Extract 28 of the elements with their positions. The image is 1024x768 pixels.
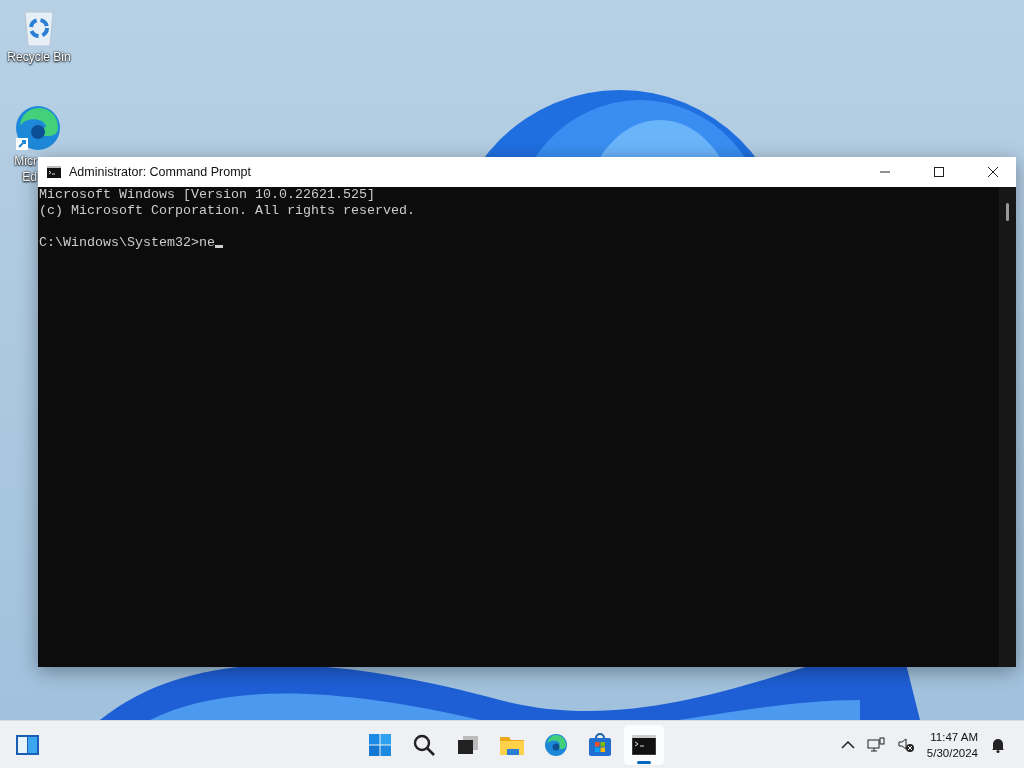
console-line: Microsoft Windows [Version 10.0.22621.525]	[39, 187, 376, 203]
window-title: Administrator: Command Prompt	[69, 165, 252, 179]
close-icon	[988, 167, 998, 177]
clock[interactable]: 11:47 AM 5/30/2024	[926, 728, 978, 761]
widgets-icon[interactable]	[15, 733, 40, 756]
store-bag-icon	[588, 732, 612, 757]
icon-label: Ed	[22, 170, 37, 184]
icon-label: Recycle Bin	[7, 50, 71, 64]
speaker-muted-icon[interactable]	[896, 736, 915, 753]
scrollbar-thumb[interactable]	[1006, 203, 1009, 221]
taskbar-button[interactable]	[624, 724, 664, 765]
edge-icon	[544, 732, 568, 757]
network-icon[interactable]	[866, 736, 885, 753]
task-view-icon	[457, 734, 479, 755]
command-line[interactable]: C:\Windows\System32>ne	[39, 235, 215, 250]
icon-label: Micr	[14, 154, 37, 168]
terminal-icon	[47, 166, 61, 178]
notification-bell-icon[interactable]	[990, 736, 1006, 753]
start-icon	[368, 732, 392, 757]
search-icon	[412, 732, 436, 757]
console-line: (c) Microsoft Corporation. All rights reserved.	[39, 203, 416, 219]
recycle-bin-icon[interactable]	[21, 8, 57, 48]
edge-icon[interactable]	[14, 104, 62, 152]
scrollbar[interactable]	[999, 187, 1016, 667]
chevron-up-icon[interactable]	[840, 740, 855, 749]
running-indicator	[637, 760, 651, 764]
maximize-icon	[934, 167, 944, 177]
terminal-icon	[632, 734, 656, 755]
